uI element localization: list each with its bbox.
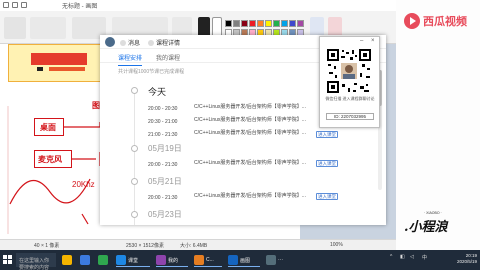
tray-chevron-icon[interactable]: ^ — [390, 254, 392, 260]
taskbar: 在这里输入你要搜索的内容 课堂 我的 C... 画图 ··· ^ ◧ ◁ 中 2… — [0, 250, 480, 270]
browser-icon — [80, 255, 90, 265]
paint-statusbar: 40 × 1 像素 2530 × 1512像素 大小: 6.4MB 100% — [0, 239, 396, 250]
timeline-line — [134, 90, 135, 225]
schedule-row[interactable]: 20:00 - 20:30 C/C++Linux服务器开发/后台架构师【零声学院】… — [148, 103, 344, 112]
course-info: 共计课程1000节课已完成课程 — [118, 69, 185, 75]
status-file-size: 大小: 6.4MB — [180, 243, 208, 249]
palette-swatch[interactable] — [249, 20, 256, 27]
taskbar-app-browser[interactable] — [78, 253, 94, 267]
xigua-logo-icon — [404, 13, 420, 29]
message-icon — [120, 40, 126, 47]
signature: .小程浪 — [404, 220, 448, 235]
close-icon[interactable]: × — [371, 38, 375, 44]
image-group[interactable] — [30, 17, 66, 39]
schedule-row[interactable]: 21:00 - 21:30 C/C++Linux服务器开发/后台架构师【零声学院】… — [148, 129, 344, 138]
timeline-node — [131, 178, 138, 185]
minimize-icon[interactable]: – — [360, 38, 363, 44]
timeline-date: 05月23日 — [148, 210, 182, 219]
timeline-date: 05月19日 — [148, 144, 182, 153]
status-canvas-size: 2530 × 1512像素 — [126, 243, 164, 249]
taskbar-search[interactable]: 在这里输入你要搜索的内容 — [16, 253, 56, 270]
qr-id-field[interactable]: ID: 2207032995 — [326, 113, 374, 120]
taskbar-clock[interactable]: 20:19 2020/5/19 — [457, 253, 477, 265]
palette-swatch[interactable] — [265, 20, 272, 27]
header-tab-details[interactable]: 课程详情 — [148, 38, 180, 47]
palette-swatch[interactable] — [241, 20, 248, 27]
qr-popup: – × 微信扫描 进入课程群聊讨论 ID: 2207032995 — [319, 36, 380, 128]
course-icon — [148, 40, 154, 47]
taskbar-app-more[interactable]: ··· — [264, 253, 294, 267]
folder-icon — [62, 255, 72, 265]
redo-icon[interactable] — [21, 2, 27, 8]
timeline-date: 05月21日 — [148, 177, 182, 186]
app-icon — [194, 255, 204, 265]
qr-titlebar: – × — [320, 37, 379, 45]
avatar[interactable] — [105, 37, 115, 47]
screen: 无标题 - 画图 图 桌面 麦克风 20Khz 40 × 1 像素 2530 ×… — [0, 0, 480, 270]
save-icon[interactable] — [3, 2, 9, 8]
palette-swatch[interactable] — [257, 20, 264, 27]
schedule-row[interactable]: 20:00 - 21:30 C/C++Linux服务器开发/后台架构师【零声学院】… — [148, 192, 344, 201]
paint-title: 无标题 - 画图 — [62, 4, 98, 10]
enter-class-button[interactable]: 进入课堂 — [316, 160, 338, 167]
taskbar-app-classroom[interactable]: 课堂 — [114, 253, 152, 267]
palette-swatch[interactable] — [297, 20, 304, 27]
clipboard-group[interactable] — [4, 17, 26, 39]
taskbar-app-paint[interactable]: 画图 — [226, 253, 262, 267]
status-dimensions: 40 × 1 像素 — [34, 243, 60, 249]
taskbar-app-explorer[interactable] — [60, 253, 76, 267]
schedule-row[interactable]: 20:00 - 21:30 C/C++Linux服务器开发/后台架构师【零声学院】… — [148, 159, 344, 168]
network-icon[interactable]: ◧ — [400, 254, 405, 260]
app-icon — [156, 255, 166, 265]
schedule-row[interactable]: 20:30 - 21:00 C/C++Linux服务器开发/后台架构师【零声学院】… — [148, 116, 344, 125]
taskbar-app-mine[interactable]: 我的 — [154, 253, 190, 267]
enter-class-button[interactable]: 进入课堂 — [316, 193, 338, 200]
volume-icon[interactable]: ◁ — [410, 254, 414, 260]
taskbar-app-wechat[interactable] — [96, 253, 112, 267]
header-tab-message[interactable]: 消息 — [120, 38, 140, 47]
qr-code-image — [326, 48, 372, 94]
timeline-node — [131, 211, 138, 218]
windows-start-icon[interactable] — [3, 255, 13, 265]
timeline-node — [131, 87, 138, 94]
palette-swatch[interactable] — [225, 20, 232, 27]
tab-schedule[interactable]: 课程安排 — [118, 53, 143, 66]
palette-swatch[interactable] — [273, 20, 280, 27]
undo-icon[interactable] — [12, 2, 18, 8]
taskbar-app-c[interactable]: C... — [192, 253, 224, 267]
drawing-freq-label: 20Khz — [72, 180, 95, 189]
qr-caption: 微信扫描 进入课程群聊讨论 — [325, 96, 375, 101]
input-language[interactable]: 中 — [422, 254, 427, 261]
tab-my-courses[interactable]: 我的课程 — [156, 53, 180, 62]
wechat-icon — [98, 255, 108, 265]
classroom-icon — [116, 255, 126, 265]
paint-icon — [228, 255, 238, 265]
palette-swatch[interactable] — [233, 20, 240, 27]
palette-swatch[interactable] — [289, 20, 296, 27]
enter-class-button[interactable]: 进入课堂 — [316, 131, 338, 138]
timeline-date-today: 今天 — [148, 87, 167, 97]
watermark-brand: 西瓜视频 — [423, 16, 467, 28]
paint-titlebar: 无标题 - 画图 — [0, 0, 396, 11]
palette-swatch[interactable] — [281, 20, 288, 27]
app-icon — [266, 255, 276, 265]
status-zoom: 100% — [330, 242, 343, 248]
signature-small: · XIAOBO · — [424, 211, 442, 215]
timeline-node — [131, 145, 138, 152]
